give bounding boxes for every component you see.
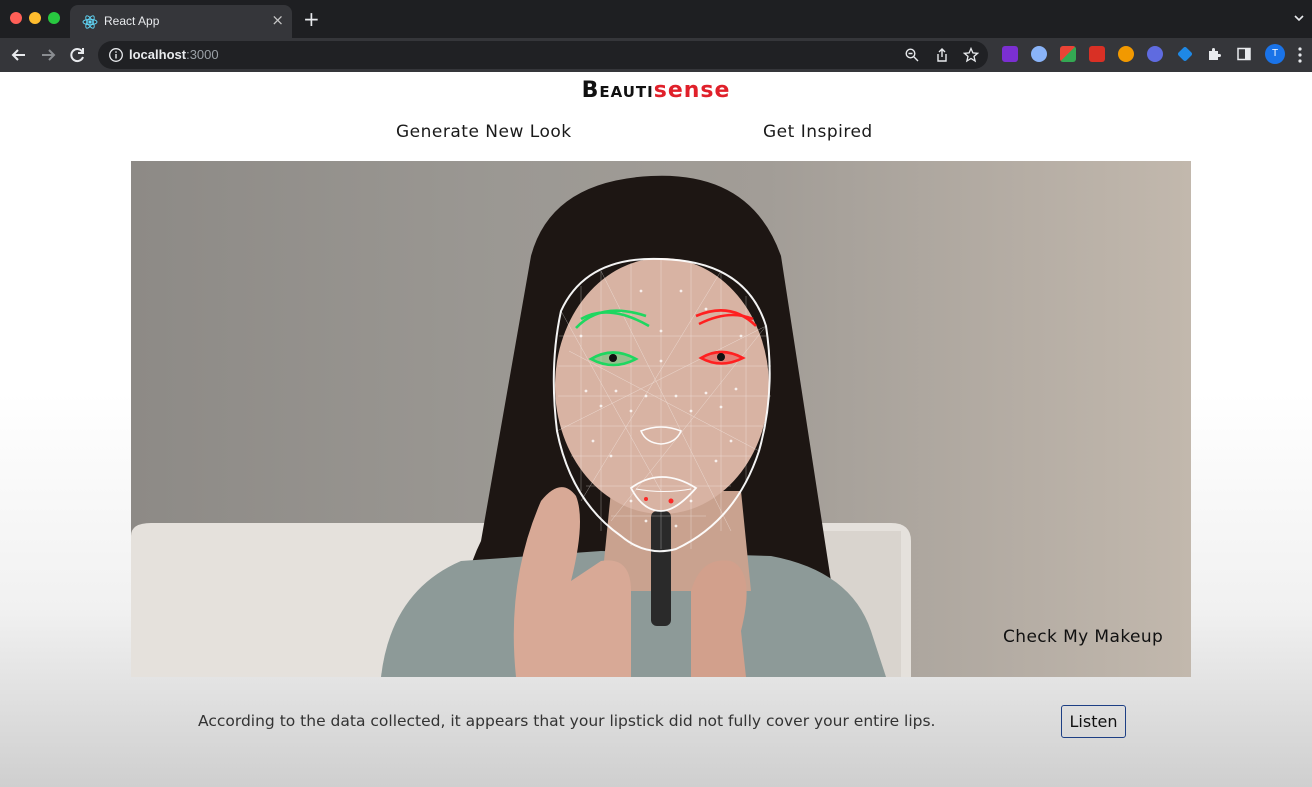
- plus-icon[interactable]: +: [303, 8, 320, 30]
- feedback-message: According to the data collected, it appe…: [198, 712, 936, 730]
- extension-3-icon[interactable]: [1060, 46, 1076, 62]
- react-icon: [82, 15, 98, 29]
- brand-logo[interactable]: Beautisense: [0, 78, 1312, 103]
- close-window-button[interactable]: [10, 12, 22, 24]
- address-bar[interactable]: localhost:3000: [98, 41, 988, 69]
- logo-part-2: sense: [653, 78, 731, 103]
- chevron-down-icon[interactable]: [1294, 13, 1304, 23]
- star-icon[interactable]: [963, 47, 979, 63]
- zoom-icon[interactable]: [904, 47, 920, 63]
- url-text: localhost:3000: [129, 47, 219, 62]
- app-page: Beautisense Generate New Look Get Inspir…: [0, 72, 1312, 787]
- extension-4-icon[interactable]: [1089, 46, 1105, 62]
- extension-7-icon[interactable]: [1177, 46, 1193, 62]
- profile-avatar[interactable]: T: [1265, 44, 1285, 64]
- tab-strip: React App × +: [0, 0, 1312, 38]
- nav-generate-new-look[interactable]: Generate New Look: [396, 122, 572, 142]
- reload-icon[interactable]: [66, 44, 88, 66]
- extension-2-icon[interactable]: [1031, 46, 1047, 62]
- url-host: localhost: [129, 47, 187, 62]
- forward-icon[interactable]: [37, 44, 59, 66]
- nav-get-inspired[interactable]: Get Inspired: [763, 122, 873, 142]
- camera-feed: Check My Makeup: [131, 161, 1191, 677]
- extensions-icon[interactable]: [1206, 46, 1222, 62]
- tab-title: React App: [104, 14, 160, 28]
- browser-toolbar: localhost:3000 T: [0, 38, 1312, 72]
- check-my-makeup-button[interactable]: Check My Makeup: [1003, 627, 1163, 647]
- listen-button[interactable]: Listen: [1061, 705, 1126, 738]
- webcam-scene: [131, 175, 911, 677]
- browser-chrome: React App × + localhost:3000 T: [0, 0, 1312, 72]
- close-icon[interactable]: ×: [271, 10, 284, 30]
- maximize-window-button[interactable]: [48, 12, 60, 24]
- minimize-window-button[interactable]: [29, 12, 41, 24]
- sidepanel-icon[interactable]: [1236, 46, 1252, 62]
- share-icon[interactable]: [934, 47, 950, 63]
- extension-6-icon[interactable]: [1147, 46, 1163, 62]
- url-port: :3000: [186, 47, 219, 62]
- logo-part-1: Beauti: [581, 78, 654, 103]
- extension-1-icon[interactable]: [1002, 46, 1018, 62]
- back-icon[interactable]: [8, 44, 30, 66]
- extension-5-icon[interactable]: [1118, 46, 1134, 62]
- menu-icon[interactable]: [1297, 46, 1303, 64]
- info-icon[interactable]: [108, 47, 124, 63]
- browser-tab[interactable]: React App ×: [70, 5, 292, 38]
